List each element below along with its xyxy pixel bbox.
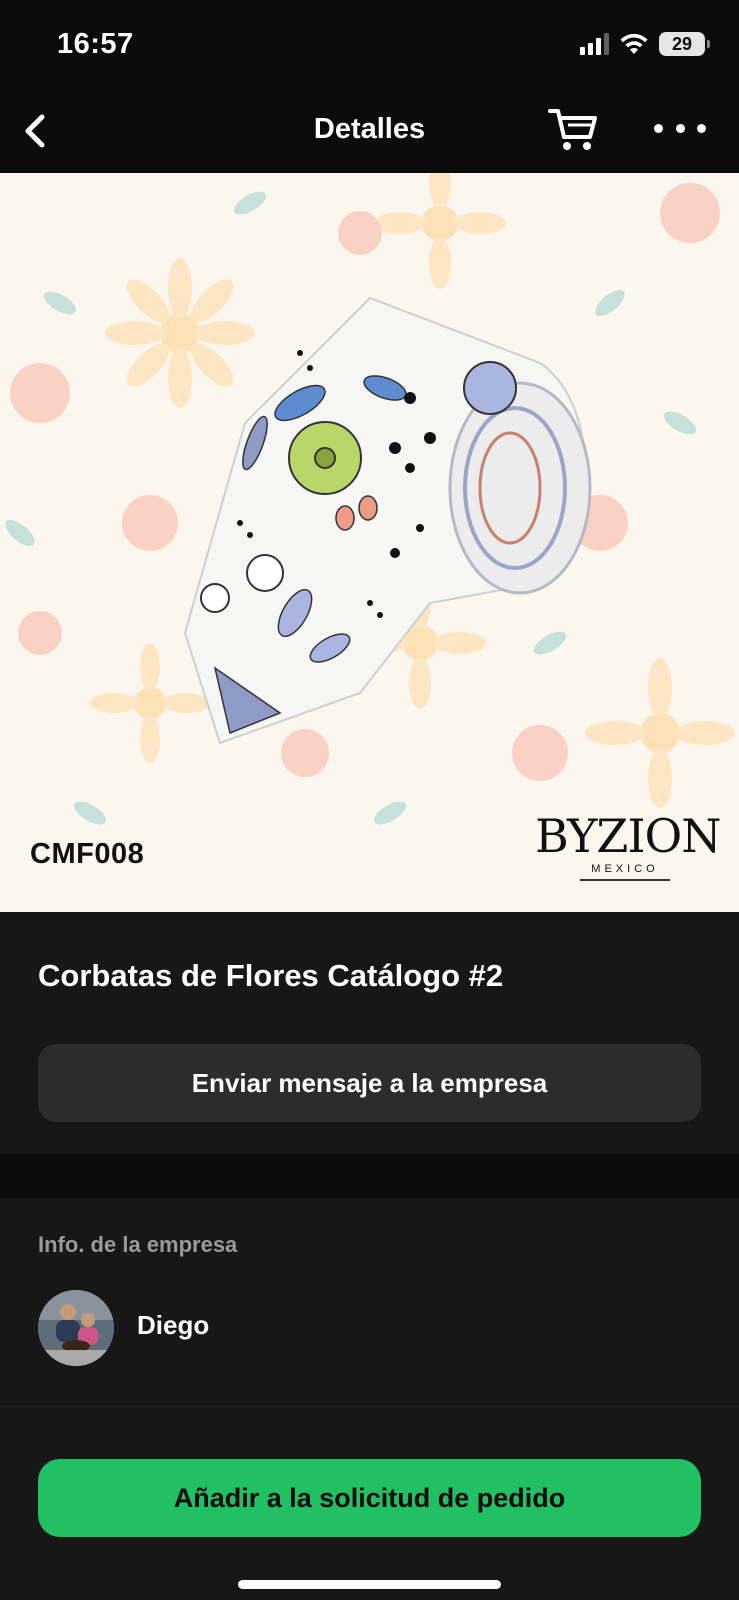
page-title: Detalles <box>313 113 426 145</box>
more-dots-icon <box>654 123 663 133</box>
brand-underline <box>580 879 670 881</box>
product-image[interactable]: CMF008 BYZION MEXICO <box>0 173 739 912</box>
home-indicator <box>238 1580 501 1589</box>
bg-flower <box>105 258 255 408</box>
company-name[interactable]: Diego <box>137 1310 209 1341</box>
message-company-button[interactable]: Enviar mensaje a la empresa <box>38 1044 701 1122</box>
cart-icon <box>548 109 597 150</box>
add-to-order-button[interactable]: Añadir a la solicitud de pedido <box>38 1459 701 1537</box>
battery-icon: 29 <box>659 32 710 56</box>
more-dot <box>697 123 706 133</box>
more-options-button[interactable] <box>654 111 706 145</box>
avatar[interactable] <box>38 1290 114 1366</box>
cart-button[interactable] <box>548 105 600 153</box>
bg-flower <box>90 643 210 763</box>
status-icons: 29 <box>580 32 710 56</box>
more-dot <box>675 123 685 133</box>
section-divider <box>0 1154 739 1198</box>
brand-subtitle: MEXICO <box>591 863 659 875</box>
bg-flower <box>374 173 506 289</box>
status-time: 16:57 <box>57 28 134 60</box>
wifi-icon <box>620 33 648 54</box>
avatar-photo <box>38 1290 114 1366</box>
status-bar: 16:57 29 <box>0 0 739 95</box>
necktie <box>183 296 592 745</box>
product-info-section: Corbatas de Flores Catálogo #2 Enviar me… <box>0 912 739 1154</box>
product-sku: CMF008 <box>30 838 145 870</box>
product-photo <box>5 173 735 825</box>
bottom-action-bar: Añadir a la solicitud de pedido <box>0 1406 739 1600</box>
company-section-title: Info. de la empresa <box>38 1232 238 1257</box>
company-info-section: Info. de la empresa Diego <box>0 1198 739 1406</box>
nav-bar: Detalles <box>0 95 739 173</box>
brand-logo: BYZION MEXICO <box>535 809 721 881</box>
brand-name: BYZION <box>535 809 721 863</box>
product-title: Corbatas de Flores Catálogo #2 <box>38 958 504 993</box>
bg-flower <box>585 658 735 808</box>
signal-icon <box>580 33 609 55</box>
